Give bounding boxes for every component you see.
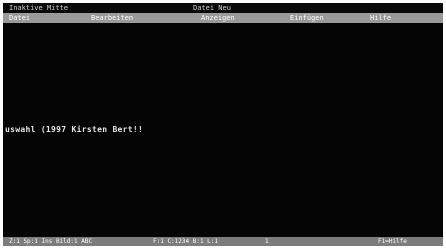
status-page-number: 1 [265,238,269,245]
menu-item-bearbeiten[interactable]: Bearbeiten [91,13,133,23]
menu-item-datei[interactable]: Datei [9,13,30,23]
title-center-text: Datei Neu [193,4,231,12]
menu-item-einfuegen[interactable]: Einfügen [290,13,324,23]
status-cursor-position: Z:1 Sp:1 Ins Bild:1 ABC [9,238,93,245]
status-bar: Z:1 Sp:1 Ins Bild:1 ABC F:1 C:1234 B:1 L… [3,237,443,246]
terminal-screen: Inaktive Mitte Datei Neu Datei Bearbeite… [3,3,443,246]
menu-bar: Datei Bearbeiten Anzeigen Einfügen Hilfe [3,13,443,23]
title-bar: Inaktive Mitte Datei Neu [3,3,443,13]
title-left-text: Inaktive Mitte [9,4,69,12]
menu-item-hilfe[interactable]: Hilfe [370,13,391,23]
status-format-info: F:1 C:1234 B:1 L:1 [153,238,219,245]
menu-item-anzeigen[interactable]: Anzeigen [201,13,235,23]
document-text-line[interactable]: uswahl (1997 Kirsten Bert!! [5,125,143,134]
status-help-hint: F1=Hilfe [378,238,407,245]
